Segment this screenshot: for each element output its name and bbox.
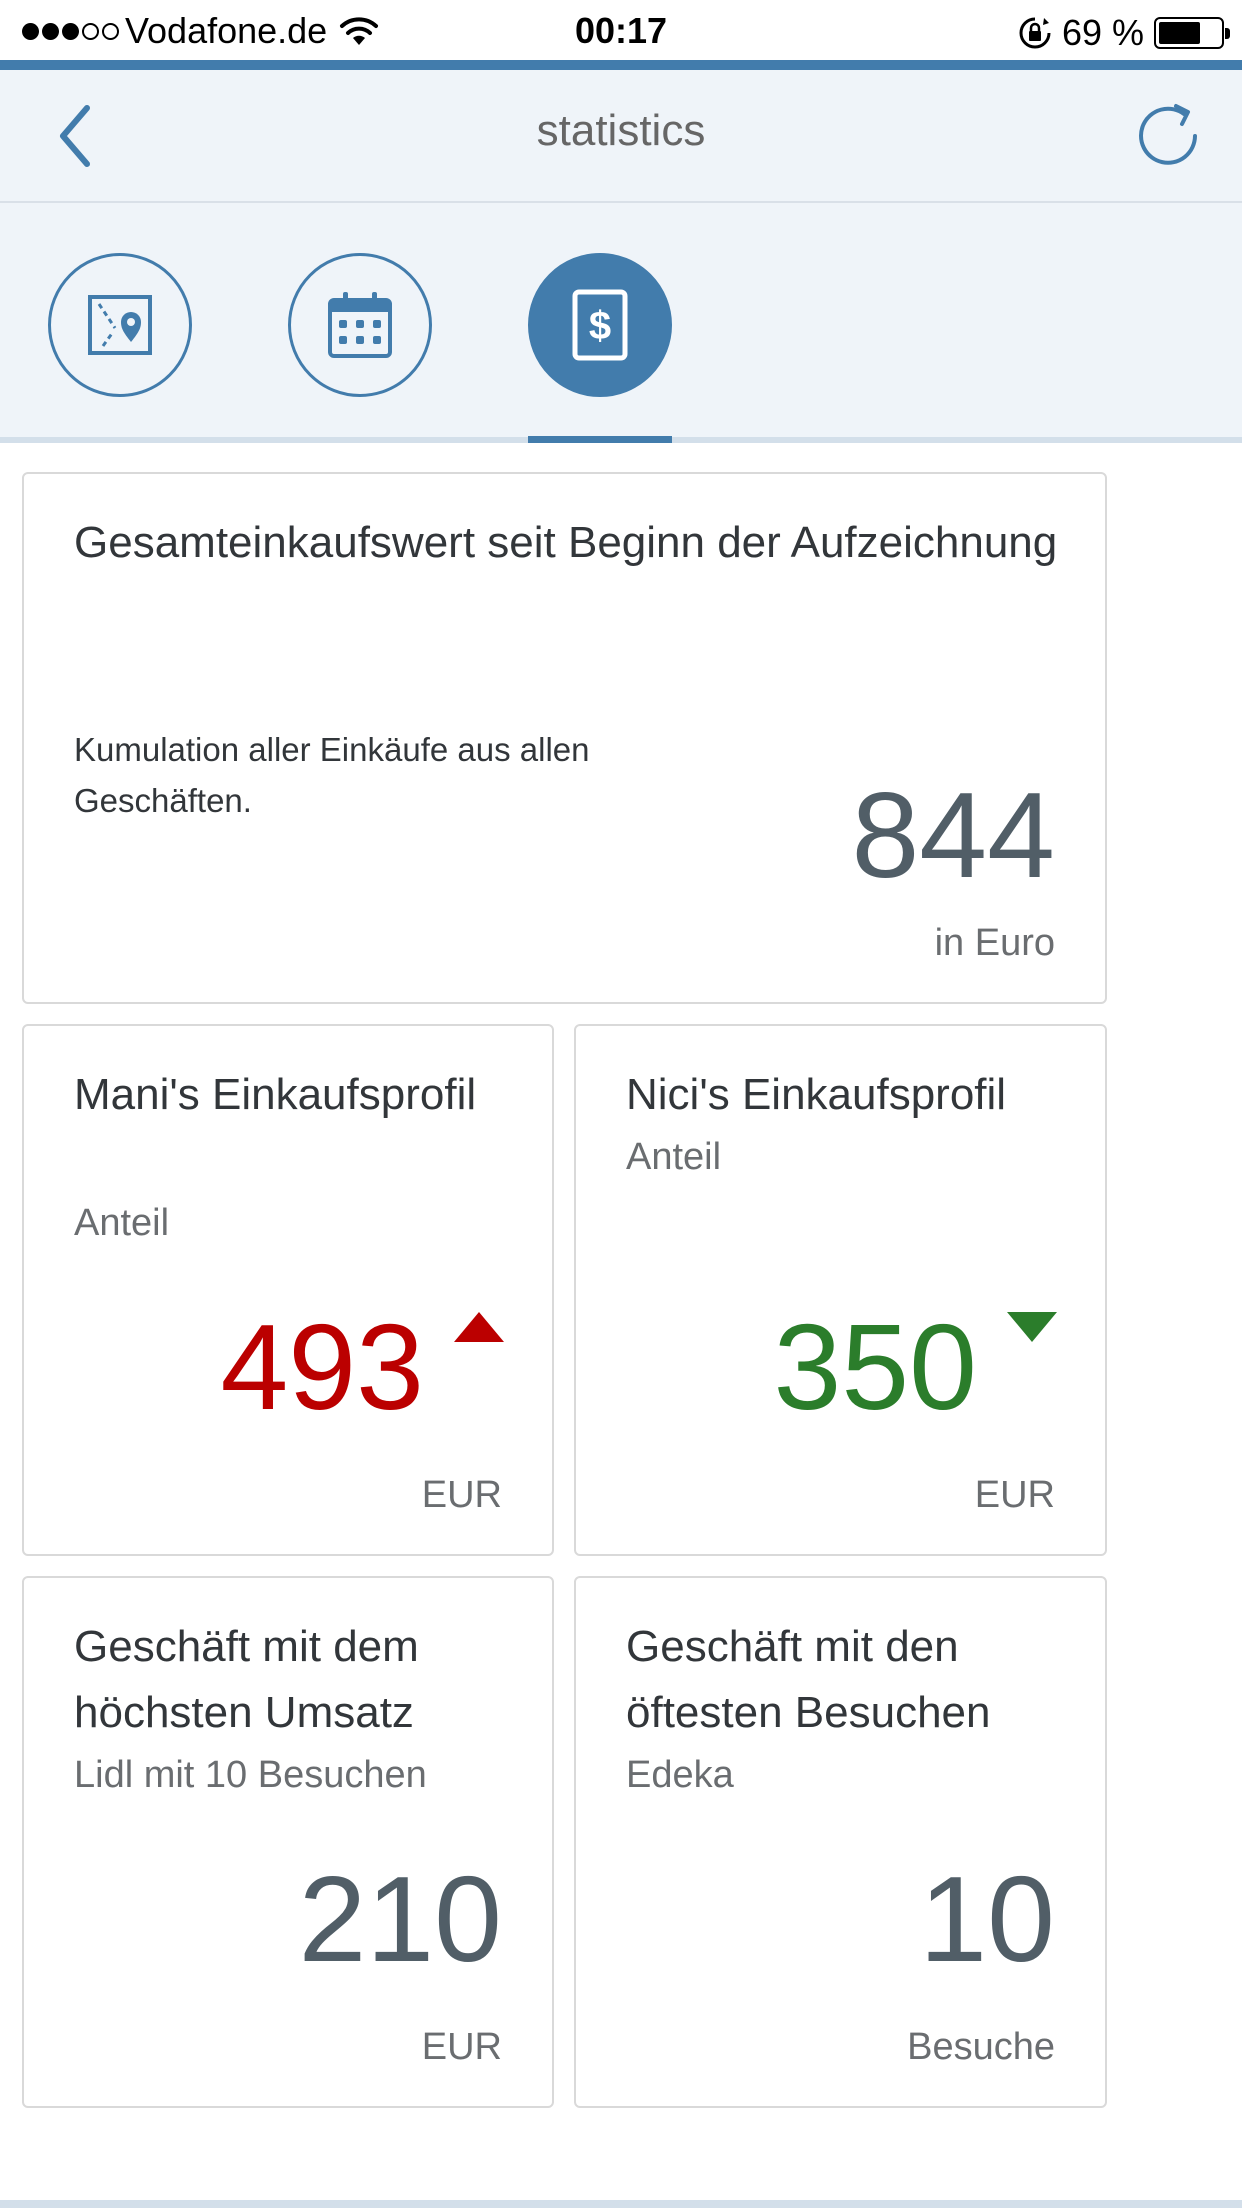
rotation-lock-icon [1019, 17, 1051, 49]
kpi-unit: EUR [421, 1474, 502, 1516]
kpi-value: 210 [298, 1851, 502, 1987]
status-bar: Vodafone.de 00:17 69 % [0, 0, 1242, 62]
battery-fill [1159, 22, 1201, 44]
refresh-icon [1139, 104, 1197, 165]
battery-percentage: 69 % [1061, 12, 1144, 53]
tile-top-revenue-store[interactable]: Geschäft mit dem höchsten Umsatz Lidl mi… [22, 1576, 554, 2108]
status-right: 69 % [1018, 12, 1230, 54]
tile-nici-profile[interactable]: Nici's Einkaufsprofil Anteil 350 EUR [574, 1024, 1107, 1556]
kpi-value: 10 [919, 1851, 1055, 1987]
tile-header: Mani's Einkaufsprofil [74, 1070, 477, 1119]
tab-map[interactable] [48, 253, 192, 397]
dollar-document-icon: $ [572, 289, 628, 361]
refresh-button[interactable] [1130, 98, 1206, 174]
page-title: statistics [536, 106, 706, 155]
tile-mani-profile[interactable]: Mani's Einkaufsprofil Anteil 493 EUR [22, 1024, 554, 1556]
tile-subheader: Anteil [74, 1202, 170, 1244]
kpi-value: 350 [773, 1299, 977, 1435]
kpi-value: 844 [851, 767, 1055, 903]
tile-header: Geschäft mit den öftesten Besuchen [626, 1622, 991, 1737]
bottom-border [0, 2200, 1242, 2208]
battery-icon [1154, 17, 1230, 49]
trend-up-icon [454, 1312, 504, 1342]
calendar-icon [328, 292, 392, 358]
tile-most-visited-store[interactable]: Geschäft mit den öftesten Besuchen Edeka… [574, 1576, 1107, 2108]
kpi-unit: EUR [421, 2026, 502, 2068]
accent-bar [0, 60, 1242, 70]
icon-tab-bar: $ [0, 203, 1242, 443]
tile-subheader: Lidl mit 10 Besuchen [74, 1754, 427, 1796]
selected-tab-indicator [528, 436, 672, 443]
tile-subheader: Edeka [626, 1754, 734, 1796]
trend-down-icon [1007, 1312, 1057, 1342]
tile-header: Gesamteinkaufswert seit Beginn der Aufze… [74, 518, 1058, 567]
map-icon [88, 295, 152, 355]
tile-header: Nici's Einkaufsprofil [626, 1070, 1007, 1119]
svg-text:$: $ [589, 304, 611, 348]
kpi-unit: in Euro [934, 922, 1055, 964]
tab-calendar[interactable] [288, 253, 432, 397]
tile-header: Geschäft mit dem höchsten Umsatz [74, 1622, 419, 1737]
kpi-unit: EUR [974, 1474, 1055, 1516]
tab-finance[interactable]: $ [528, 253, 672, 397]
tile-total-purchase-value[interactable]: Gesamteinkaufswert seit Beginn der Aufze… [22, 472, 1107, 1004]
kpi-unit: Besuche [907, 2026, 1055, 2068]
tile-description: Kumulation aller Einkäufe aus allen Gesc… [74, 731, 590, 819]
tile-subheader: Anteil [626, 1136, 722, 1178]
kpi-value: 493 [220, 1299, 424, 1435]
page-header: statistics [0, 70, 1242, 203]
